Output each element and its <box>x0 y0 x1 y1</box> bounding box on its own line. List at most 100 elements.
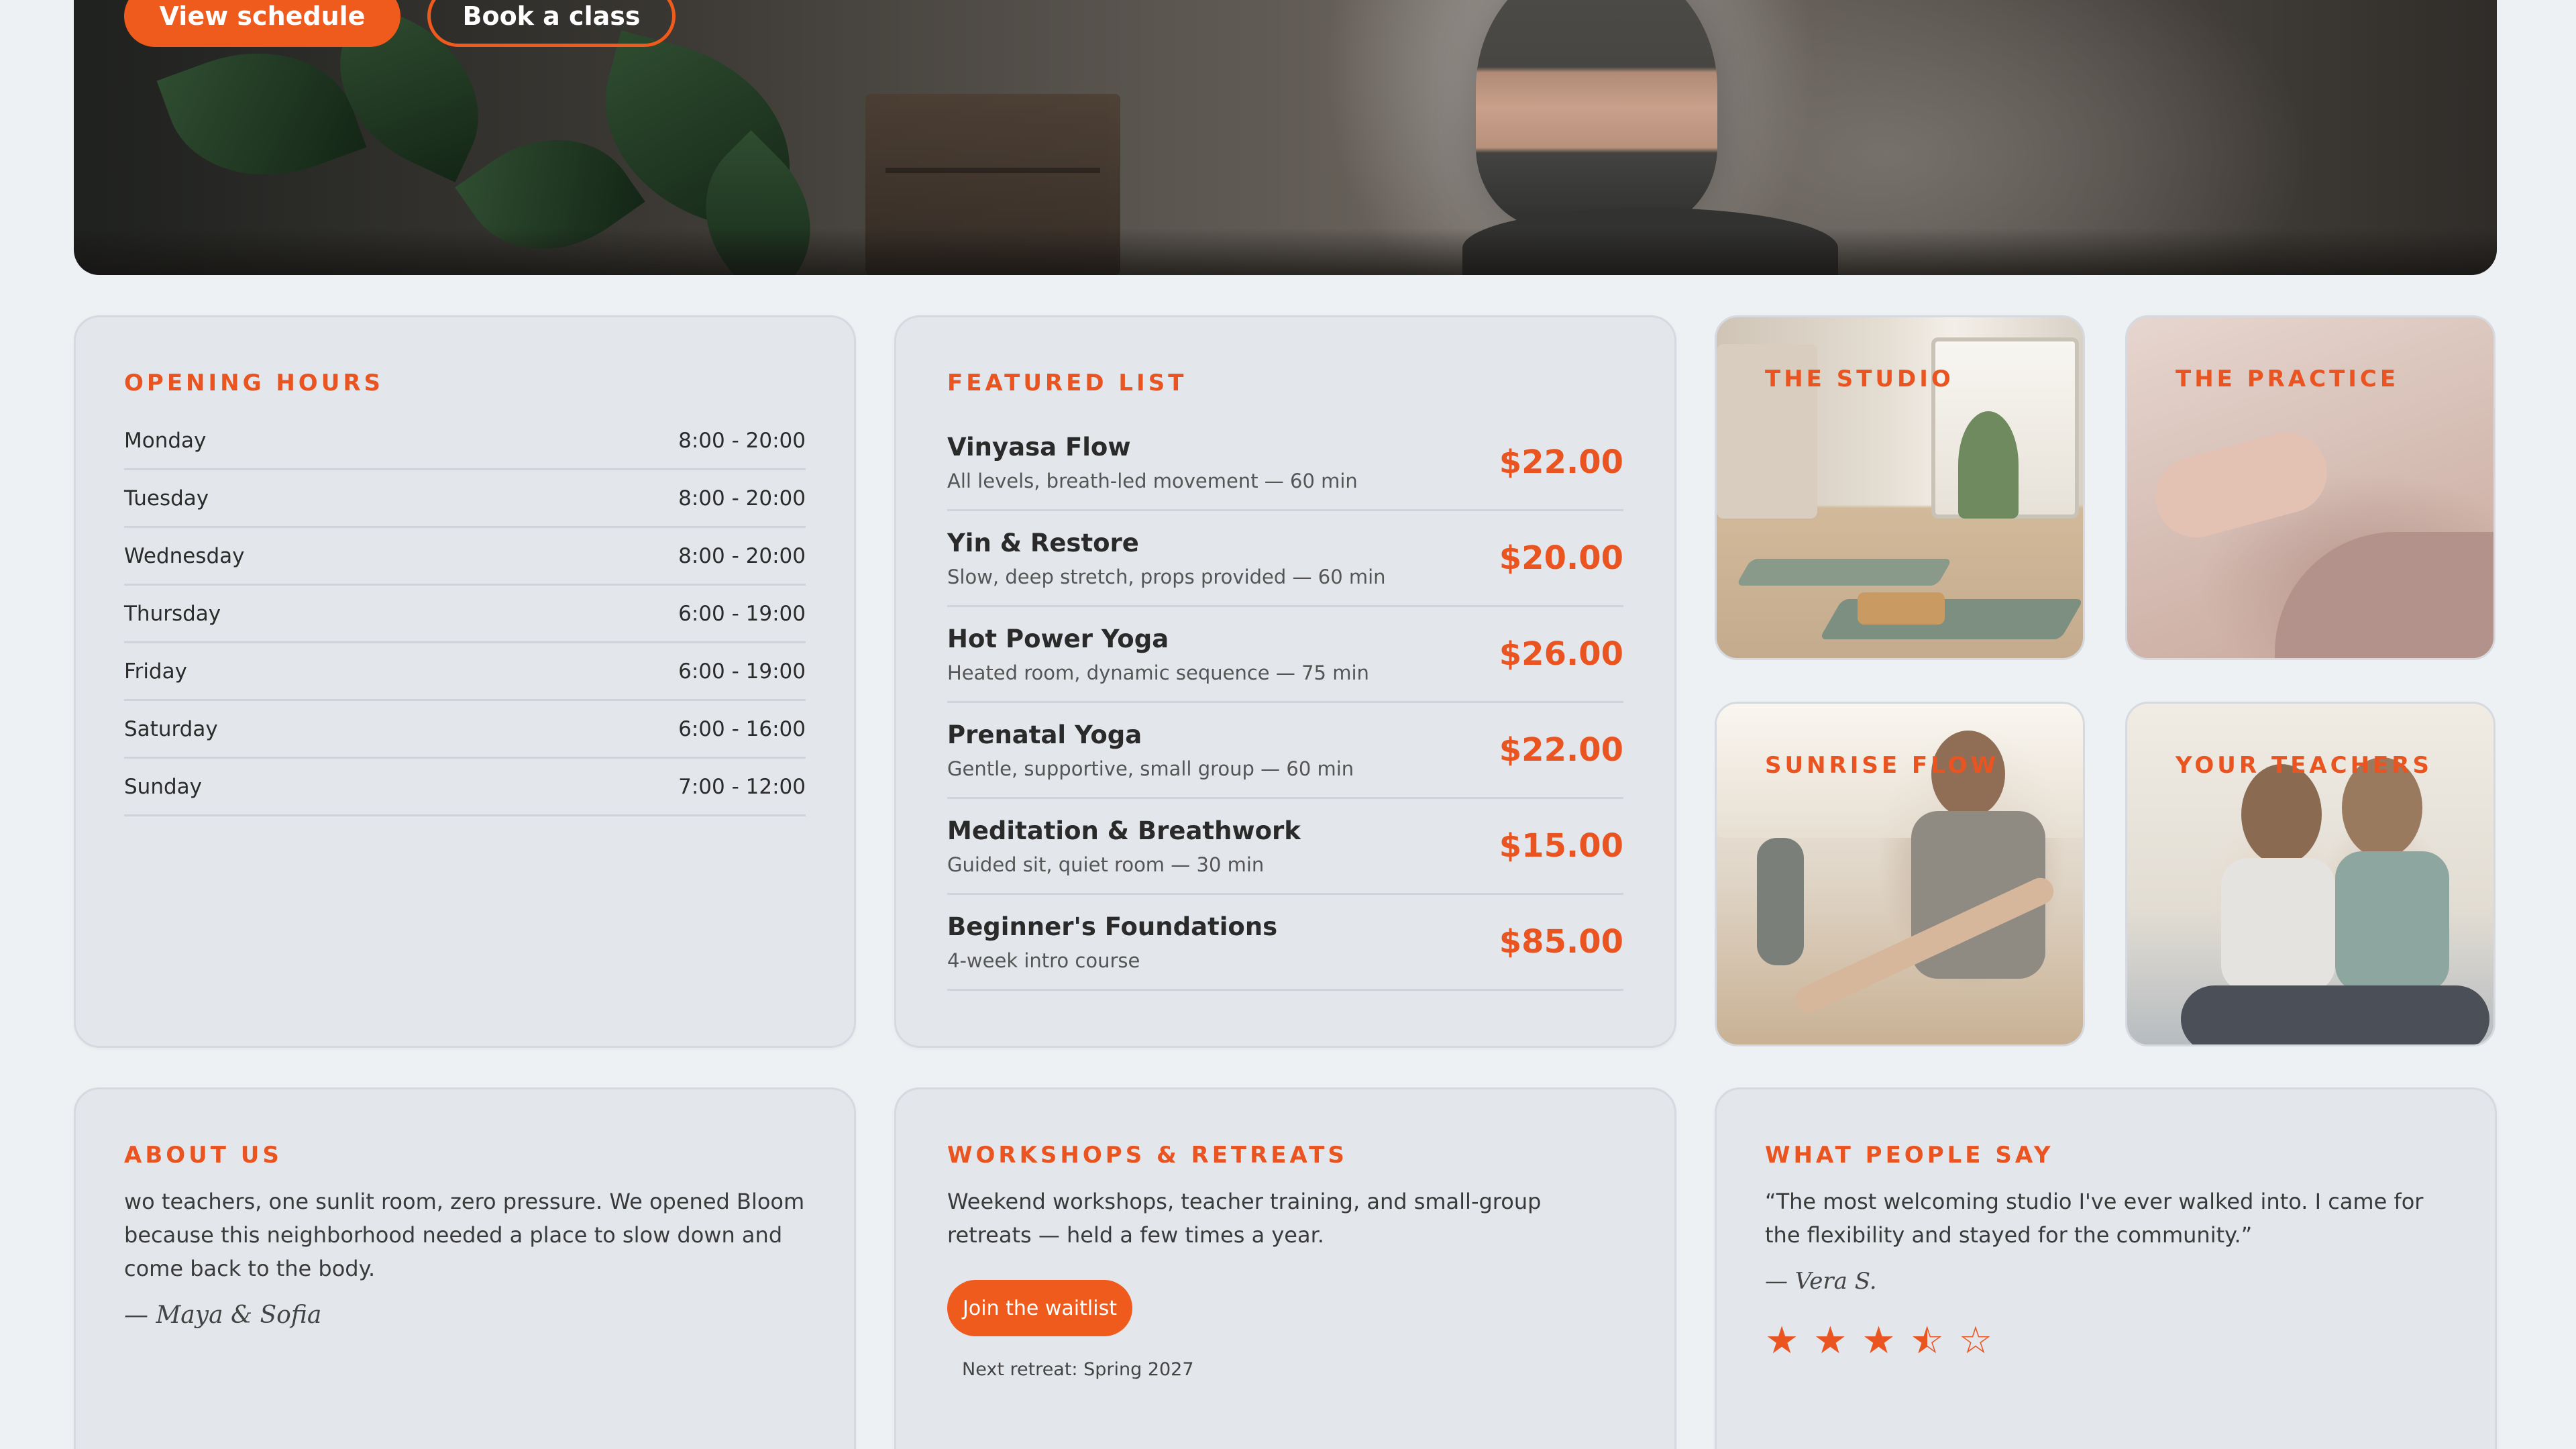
featured-item[interactable]: Vinyasa Flow All levels, breath-led movem… <box>947 415 1623 511</box>
join-waitlist-button[interactable]: Join the waitlist <box>947 1280 1132 1336</box>
hours-day: Monday <box>124 428 207 453</box>
workshops-text: Weekend workshops, teacher training, and… <box>947 1189 1542 1248</box>
teacher-one-head-image <box>2241 764 2322 865</box>
about-us-signature: — Maya & Sofia <box>124 1301 322 1329</box>
background-person-image <box>1757 838 1804 965</box>
review-author: — Vera S. <box>1765 1268 1877 1295</box>
hours-time: 8:00 - 20:00 <box>678 543 806 568</box>
featured-item-price: $22.00 <box>1499 443 1623 481</box>
workshops-title: WORKSHOPS & RETREATS <box>947 1142 1348 1169</box>
star-half-icon: ★☆ <box>1910 1319 1944 1362</box>
reviews-card: WHAT PEOPLE SAY “The most welcoming stud… <box>1715 1087 2497 1449</box>
hours-row: Thursday 6:00 - 19:00 <box>124 586 806 643</box>
opening-hours-card: OPENING HOURS Monday 8:00 - 20:00 Tuesday 8… <box>74 315 856 1048</box>
star-full-icon: ★ <box>1862 1319 1896 1362</box>
sunrise-flow-tile[interactable]: SUNRISE FLOW <box>1715 702 2085 1046</box>
about-us-card: ABOUT US wo teachers, one sunlit room, z… <box>74 1087 856 1449</box>
featured-list: Vinyasa Flow All levels, breath-led movem… <box>947 415 1623 991</box>
view-schedule-button[interactable]: View schedule <box>124 0 400 47</box>
hours-time: 8:00 - 20:00 <box>678 428 806 453</box>
yoga-mat-image <box>1735 559 1953 586</box>
featured-item-info: Beginner's Foundations 4-week intro cours… <box>947 912 1277 972</box>
hours-row: Saturday 6:00 - 16:00 <box>124 701 806 759</box>
hours-time: 6:00 - 16:00 <box>678 716 806 741</box>
teacher-two-top-image <box>2335 851 2449 992</box>
review-quote: “The most welcoming studio I've ever wal… <box>1765 1189 2424 1248</box>
featured-item-info: Prenatal Yoga Gentle, supportive, small g… <box>947 720 1354 780</box>
featured-item-price: $26.00 <box>1499 635 1623 673</box>
yoga-block-image <box>1858 592 1945 625</box>
plant-leaf-image <box>156 21 367 207</box>
tile-label-studio: THE STUDIO <box>1765 366 1954 392</box>
teachers-legs-image <box>2181 985 2489 1044</box>
hours-day: Wednesday <box>124 543 245 568</box>
featured-item-name: Meditation & Breathwork <box>947 816 1301 845</box>
your-teachers-tile[interactable]: YOUR TEACHERS <box>2125 702 2496 1046</box>
featured-item-desc: Guided sit, quiet room — 30 min <box>947 853 1265 876</box>
tile-label-teachers: YOUR TEACHERS <box>2176 752 2432 779</box>
hours-list: Monday 8:00 - 20:00 Tuesday 8:00 - 20:00 Wed… <box>124 413 806 816</box>
yoga-figure-image <box>1476 0 1717 228</box>
next-retreat-note: Next retreat: Spring 2027 <box>962 1359 1194 1380</box>
hours-time: 6:00 - 19:00 <box>678 659 806 684</box>
hours-row: Friday 6:00 - 19:00 <box>124 643 806 701</box>
featured-item-name: Hot Power Yoga <box>947 624 1169 653</box>
hours-day: Sunday <box>124 774 202 799</box>
hours-day: Tuesday <box>124 486 209 511</box>
knee-image <box>2275 532 2493 658</box>
featured-item-price: $20.00 <box>1499 539 1623 577</box>
featured-list-title: FEATURED LIST <box>947 370 1187 396</box>
book-class-button[interactable]: Book a class <box>427 0 676 47</box>
featured-item-info: Vinyasa Flow All levels, breath-led movem… <box>947 433 1358 492</box>
hours-day: Thursday <box>124 601 221 626</box>
hours-day: Friday <box>124 659 187 684</box>
featured-item-desc: All levels, breath-led movement — 60 min <box>947 469 1358 492</box>
hero-floor <box>74 228 2497 275</box>
tile-label-sunrise: SUNRISE FLOW <box>1765 752 2000 779</box>
hours-time: 6:00 - 19:00 <box>678 601 806 626</box>
featured-item[interactable]: Meditation & Breathwork Guided sit, quiet… <box>947 799 1623 895</box>
teacher-one-top-image <box>2221 858 2335 992</box>
featured-item-desc: 4-week intro course <box>947 949 1140 972</box>
star-full-icon: ★ <box>1765 1319 1799 1362</box>
about-us-text: wo teachers, one sunlit room, zero press… <box>124 1189 805 1281</box>
star-full-icon: ★ <box>1813 1319 1847 1362</box>
featured-item[interactable]: Yin & Restore Slow, deep stretch, props p… <box>947 511 1623 607</box>
featured-item-desc: Heated room, dynamic sequence — 75 min <box>947 661 1369 684</box>
hours-row: Monday 8:00 - 20:00 <box>124 413 806 470</box>
hours-row: Sunday 7:00 - 12:00 <box>124 759 806 816</box>
featured-item-name: Prenatal Yoga <box>947 720 1142 749</box>
star-empty-icon: ☆ <box>1958 1319 1993 1362</box>
featured-item-info: Meditation & Breathwork Guided sit, quiet… <box>947 816 1301 876</box>
featured-item-name: Vinyasa Flow <box>947 432 1131 462</box>
featured-item-price: $85.00 <box>1499 923 1623 961</box>
hours-time: 8:00 - 20:00 <box>678 486 806 511</box>
hours-day: Saturday <box>124 716 218 741</box>
featured-item[interactable]: Prenatal Yoga Gentle, supportive, small g… <box>947 703 1623 799</box>
featured-item[interactable]: Hot Power Yoga Heated room, dynamic seque… <box>947 607 1623 703</box>
featured-item[interactable]: Beginner's Foundations 4-week intro cours… <box>947 895 1623 991</box>
featured-item-info: Yin & Restore Slow, deep stretch, props p… <box>947 529 1386 588</box>
hours-row: Tuesday 8:00 - 20:00 <box>124 470 806 528</box>
plant-image <box>1958 411 2019 519</box>
featured-item-info: Hot Power Yoga Heated room, dynamic seque… <box>947 625 1369 684</box>
hours-row: Wednesday 8:00 - 20:00 <box>124 528 806 586</box>
featured-item-desc: Gentle, supportive, small group — 60 min <box>947 757 1354 780</box>
featured-item-name: Yin & Restore <box>947 528 1139 557</box>
tile-label-practice: THE PRACTICE <box>2176 366 2400 392</box>
star-rating: ★ ★ ★ ★☆ ☆ <box>1765 1319 2447 1362</box>
the-practice-tile[interactable]: THE PRACTICE <box>2125 315 2496 660</box>
workshops-card: WORKSHOPS & RETREATS Weekend workshops, … <box>894 1087 1676 1449</box>
hours-time: 7:00 - 12:00 <box>678 774 806 799</box>
reviews-title: WHAT PEOPLE SAY <box>1765 1142 2054 1169</box>
the-studio-tile[interactable]: THE STUDIO <box>1715 315 2085 660</box>
featured-item-desc: Slow, deep stretch, props provided — 60 … <box>947 565 1386 588</box>
opening-hours-title: OPENING HOURS <box>124 370 384 396</box>
featured-list-card: FEATURED LIST Vinyasa Flow All levels, br… <box>894 315 1676 1048</box>
featured-item-name: Beginner's Foundations <box>947 912 1278 941</box>
hero-banner <box>74 0 2497 275</box>
featured-item-price: $22.00 <box>1499 731 1623 769</box>
featured-item-price: $15.00 <box>1499 827 1623 865</box>
about-us-title: ABOUT US <box>124 1142 282 1169</box>
hand-image <box>2146 423 2337 547</box>
